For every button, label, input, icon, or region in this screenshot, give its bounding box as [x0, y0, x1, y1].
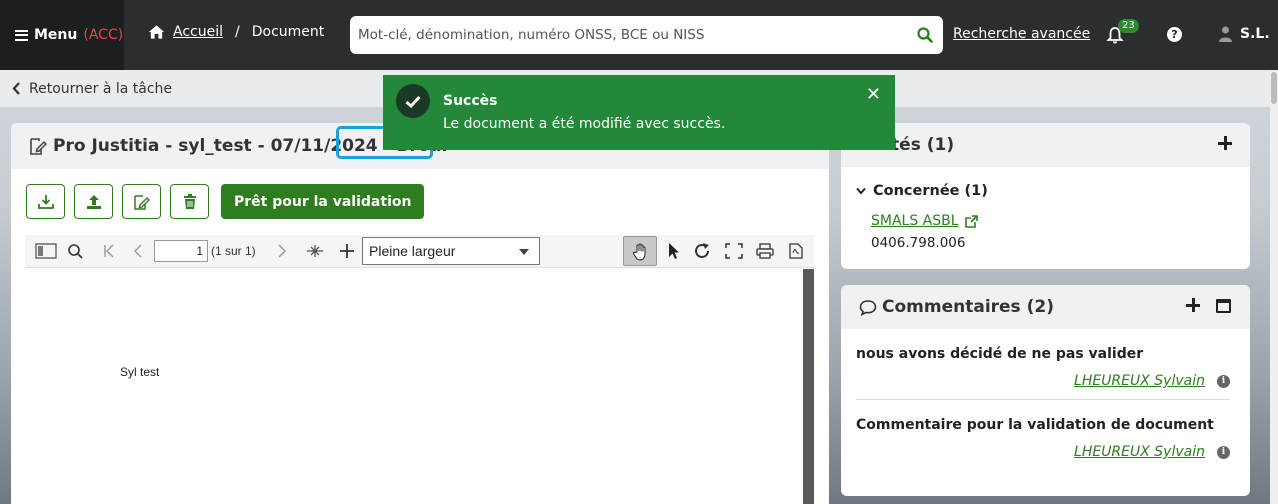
upload-button[interactable] [74, 184, 113, 219]
user-initials: S.L. [1240, 26, 1270, 42]
ready-for-validation-button[interactable]: Prêt pour la validation [221, 184, 425, 219]
download-button[interactable] [26, 184, 65, 219]
caret-down-icon [519, 249, 529, 255]
notification-badge: 23 [1118, 19, 1139, 33]
chevron-left-icon [12, 82, 20, 95]
comment-text: nous avons décidé de ne pas valider [856, 346, 1144, 362]
user-menu[interactable]: S.L. [1219, 26, 1270, 42]
find-icon[interactable] [67, 243, 85, 259]
pdf-scrollbar[interactable] [803, 269, 814, 504]
search-input[interactable] [358, 27, 917, 43]
page-scrollbar[interactable] [1270, 70, 1278, 504]
expand-window-icon[interactable] [1216, 299, 1231, 313]
document-actions: Prêt pour la validation [26, 184, 425, 219]
breadcrumb-separator: / [235, 24, 240, 40]
entity-group-label: Concernée (1) [873, 183, 988, 199]
print-icon[interactable] [756, 243, 774, 259]
edit-document-icon [30, 137, 47, 155]
add-entity-icon[interactable] [1218, 136, 1232, 150]
pdf-page: Syl test [25, 269, 814, 504]
entities-header: ntités (1) [841, 123, 1250, 167]
success-toast: Succès Le document a été modifié avec su… [383, 75, 895, 150]
chevron-down-icon [856, 187, 866, 195]
hand-tool-button[interactable] [623, 236, 657, 266]
page-number-input[interactable]: 1 [154, 240, 208, 262]
scrollbar-thumb[interactable] [1271, 72, 1277, 104]
breadcrumb-home-link[interactable]: Accueil [173, 24, 223, 40]
breadcrumb: Accueil / Document [148, 24, 324, 40]
page-total: (1 sur 1) [211, 244, 256, 258]
hand-icon [632, 243, 646, 261]
toast-message: Le document a été modifié avec succès. [443, 116, 726, 132]
entity-number: 0406.798.006 [871, 235, 966, 251]
next-page-icon[interactable] [273, 243, 291, 259]
search-box [350, 16, 943, 54]
entity-link[interactable]: SMALS ASBL [871, 213, 978, 229]
back-label: Retourner à la tâche [29, 80, 173, 97]
home-icon [148, 25, 165, 39]
last-page-icon[interactable] [306, 243, 324, 259]
pdf-toolbar: 1 (1 sur 1) Pleine largeur [25, 235, 814, 268]
comment-text: Commentaire pour la validation de docume… [856, 417, 1214, 433]
fullscreen-icon[interactable] [725, 243, 743, 259]
cursor-icon[interactable] [665, 243, 683, 259]
comment-author-link[interactable]: LHEUREUX Sylvain [1074, 444, 1205, 460]
menu-label: Menu [34, 27, 78, 43]
delete-button[interactable] [170, 184, 209, 219]
previous-page-icon[interactable] [130, 243, 148, 259]
sidebar-toggle-icon[interactable] [35, 243, 57, 259]
help-icon[interactable]: ? [1167, 27, 1182, 42]
edit-button[interactable] [122, 184, 161, 219]
upload-icon [86, 194, 101, 209]
info-icon[interactable]: i [1217, 375, 1230, 388]
top-bar: Menu (ACC) Accueil / Document Recherche … [0, 0, 1278, 70]
zoom-in-icon[interactable] [338, 243, 356, 259]
add-comment-icon[interactable] [1186, 298, 1200, 312]
menu-button[interactable]: Menu (ACC) [0, 0, 124, 70]
download-icon [37, 195, 54, 209]
comment-author-link[interactable]: LHEUREUX Sylvain [1074, 373, 1205, 389]
pdf-content-text: Syl test [120, 365, 160, 379]
breadcrumb-current: Document [251, 24, 325, 40]
user-icon [1219, 26, 1232, 42]
zoom-select[interactable]: Pleine largeur [362, 237, 540, 265]
search-icon[interactable] [917, 27, 933, 43]
hamburger-icon [15, 29, 28, 41]
zoom-value: Pleine largeur [369, 243, 456, 259]
external-link-icon [964, 214, 978, 228]
rotate-icon[interactable] [694, 243, 712, 259]
comments-panel: Commentaires (2) nous avons décidé de ne… [841, 285, 1250, 496]
pdf-download-icon[interactable] [787, 243, 805, 259]
comment-divider [856, 399, 1230, 400]
env-label: (ACC) [83, 27, 124, 43]
toast-title: Succès [443, 93, 498, 109]
edit-icon [134, 194, 150, 210]
entity-group-toggle[interactable]: Concernée (1) [856, 183, 988, 199]
document-panel: Pro Justitia - syl_test - 07/11/2024 - B… [11, 123, 829, 504]
close-icon[interactable]: ✕ [866, 84, 881, 105]
entities-panel: ntités (1) Concernée (1) SMALS ASBL 0406… [841, 123, 1250, 269]
advanced-search-link[interactable]: Recherche avancée [953, 26, 1090, 42]
comments-header: Commentaires (2) [841, 285, 1250, 329]
info-icon[interactable]: i [1217, 446, 1230, 459]
first-page-icon[interactable] [101, 243, 119, 259]
comment-icon [859, 299, 877, 316]
comments-title: Commentaires (2) [882, 297, 1054, 317]
trash-icon [183, 193, 196, 209]
entity-name: SMALS ASBL [871, 213, 959, 229]
check-circle-icon [396, 84, 430, 118]
